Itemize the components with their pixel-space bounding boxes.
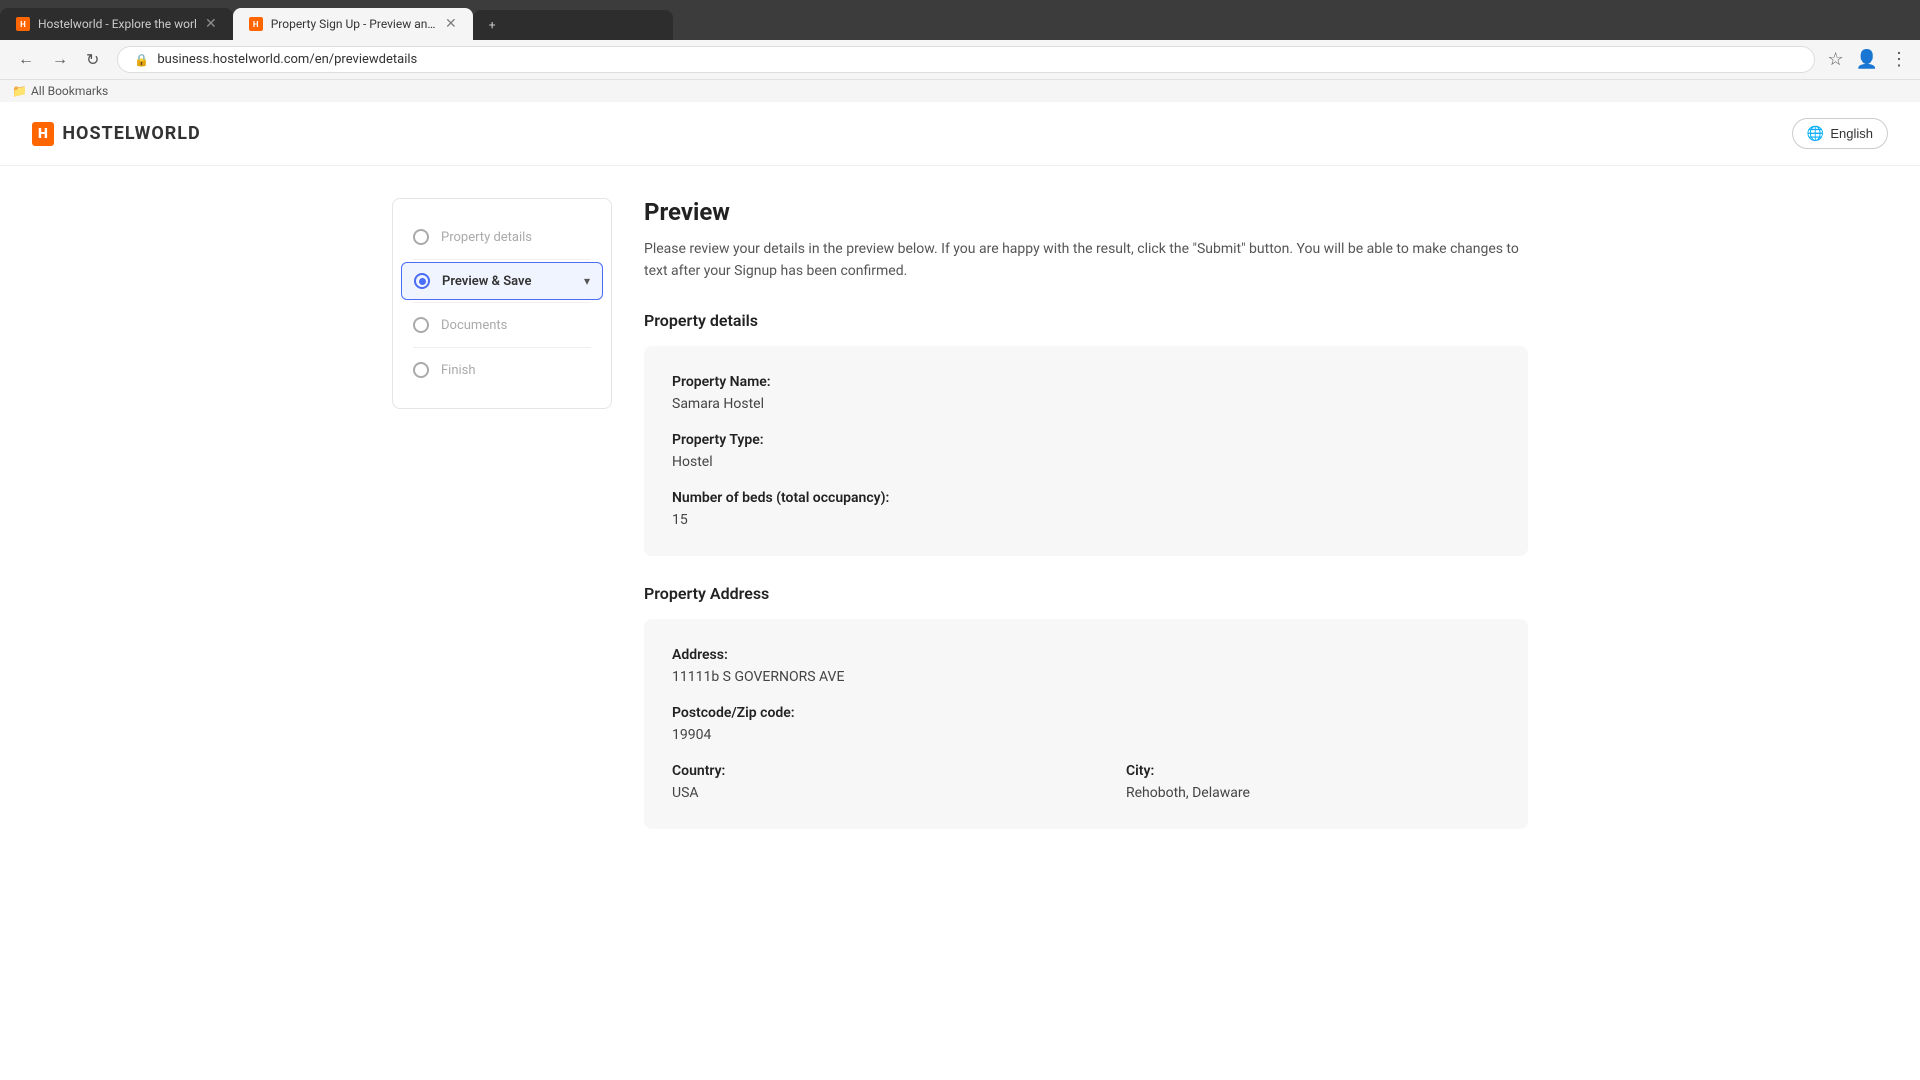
tab2-favicon: H: [249, 17, 263, 31]
field-label-address: Address:: [672, 647, 1500, 663]
property-details-card: Property Name: Samara Hostel Property Ty…: [644, 346, 1528, 556]
preview-title: Preview: [644, 198, 1528, 226]
back-button[interactable]: ←: [12, 49, 40, 71]
field-label-postcode: Postcode/Zip code:: [672, 705, 1500, 721]
field-value-address: 11111b S GOVERNORS AVE: [672, 669, 1500, 685]
globe-icon: 🌐: [1807, 125, 1824, 142]
tab1-title: Hostelworld - Explore the worl: [38, 17, 197, 31]
site-header: H HOSTELWORLD 🌐 English: [0, 102, 1920, 166]
country-city-row: Country: USA City: Rehoboth, Delaware: [672, 763, 1500, 801]
sidebar-divider-3: [413, 347, 591, 348]
sidebar-item-finish[interactable]: Finish: [413, 352, 591, 388]
sidebar-item-preview-save[interactable]: Preview & Save ▾: [401, 262, 603, 300]
field-value-city: Rehoboth, Delaware: [1126, 785, 1500, 801]
browser-chrome: H Hostelworld - Explore the worl ✕ H Pro…: [0, 0, 1920, 102]
city-col: City: Rehoboth, Delaware: [1126, 763, 1500, 801]
sidebar-item-label-preview-save: Preview & Save: [442, 274, 531, 289]
toolbar-right: ☆ 👤 ⋮: [1827, 49, 1908, 70]
browser-tab-1[interactable]: H Hostelworld - Explore the worl ✕: [0, 8, 233, 40]
sidebar-item-label-documents: Documents: [441, 318, 507, 333]
bookmark-icon[interactable]: ☆: [1827, 49, 1843, 70]
tab2-close-icon[interactable]: ✕: [445, 16, 457, 32]
forward-button[interactable]: →: [46, 49, 74, 71]
url-text: business.hostelworld.com/en/previewdetai…: [157, 52, 417, 67]
field-label-country: Country:: [672, 763, 1046, 779]
refresh-button[interactable]: ↻: [80, 48, 105, 72]
sidebar-item-documents[interactable]: Documents: [413, 307, 591, 343]
sidebar-radio-preview-save: [414, 273, 430, 289]
preview-content: Preview Please review your details in th…: [644, 198, 1528, 857]
sidebar-radio-property-details: [413, 229, 429, 245]
bookmarks-label[interactable]: All Bookmarks: [31, 84, 108, 98]
bookmarks-folder-icon: 📁: [12, 84, 27, 98]
new-tab-button[interactable]: +: [473, 10, 673, 40]
sidebar-divider-1: [413, 259, 591, 260]
page: H HOSTELWORLD 🌐 English Property details…: [0, 102, 1920, 1062]
field-value-type: Hostel: [672, 454, 1500, 470]
property-address-card: Address: 11111b S GOVERNORS AVE Postcode…: [644, 619, 1528, 829]
sidebar-divider-2: [413, 302, 591, 303]
nav-buttons: ← → ↻: [12, 48, 105, 72]
property-address-section-title: Property Address: [644, 584, 1528, 603]
preview-description: Please review your details in the previe…: [644, 238, 1528, 283]
new-tab-icon: +: [489, 18, 496, 32]
sidebar-card: Property details Preview & Save ▾ Docume…: [392, 198, 612, 409]
menu-icon[interactable]: ⋮: [1890, 49, 1908, 70]
chevron-down-icon: ▾: [584, 274, 590, 288]
logo: H HOSTELWORLD: [32, 122, 201, 146]
tab2-title: Property Sign Up - Preview and...: [271, 17, 437, 31]
main-content: Property details Preview & Save ▾ Docume…: [360, 166, 1560, 889]
browser-addressbar: ← → ↻ 🔒 business.hostelworld.com/en/prev…: [0, 40, 1920, 79]
browser-tab-2[interactable]: H Property Sign Up - Preview and... ✕: [233, 8, 473, 40]
sidebar-radio-documents: [413, 317, 429, 333]
profile-icon[interactable]: 👤: [1856, 49, 1878, 70]
logo-icon: H: [32, 122, 54, 146]
language-label: English: [1830, 126, 1873, 141]
address-bar[interactable]: 🔒 business.hostelworld.com/en/previewdet…: [117, 46, 1815, 73]
field-value-postcode: 19904: [672, 727, 1500, 743]
field-value-name: Samara Hostel: [672, 396, 1500, 412]
sidebar-item-property-details[interactable]: Property details: [413, 219, 591, 255]
sidebar-radio-finish: [413, 362, 429, 378]
field-value-country: USA: [672, 785, 1046, 801]
tab1-favicon: H: [16, 17, 30, 31]
country-col: Country: USA: [672, 763, 1046, 801]
sidebar: Property details Preview & Save ▾ Docume…: [392, 198, 612, 857]
field-label-city: City:: [1126, 763, 1500, 779]
tab1-close-icon[interactable]: ✕: [205, 16, 217, 32]
sidebar-item-label-finish: Finish: [441, 363, 476, 378]
logo-text: HOSTELWORLD: [62, 123, 200, 144]
bookmarks-bar: 📁 All Bookmarks: [0, 79, 1920, 102]
language-button[interactable]: 🌐 English: [1792, 118, 1888, 149]
browser-tabs: H Hostelworld - Explore the worl ✕ H Pro…: [0, 0, 1920, 40]
field-label-type: Property Type:: [672, 432, 1500, 448]
field-value-beds: 15: [672, 512, 1500, 528]
lock-icon: 🔒: [134, 53, 149, 67]
sidebar-item-label-property-details: Property details: [441, 230, 532, 245]
field-label-name: Property Name:: [672, 374, 1500, 390]
field-label-beds: Number of beds (total occupancy):: [672, 490, 1500, 506]
property-details-section-title: Property details: [644, 311, 1528, 330]
